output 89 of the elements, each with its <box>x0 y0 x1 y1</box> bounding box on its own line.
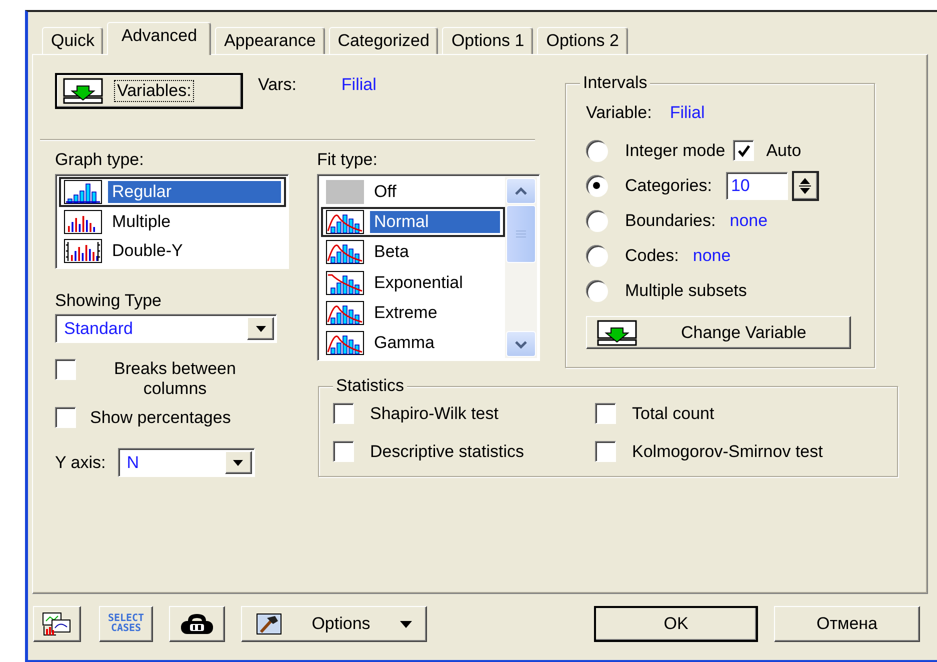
chevron-up-icon <box>514 186 528 196</box>
ok-button[interactable]: OK <box>594 606 758 642</box>
radio-button[interactable] <box>586 245 607 266</box>
bar-chart-icon <box>64 180 102 204</box>
weight-button[interactable] <box>169 606 225 642</box>
scroll-thumb[interactable] <box>506 205 536 263</box>
y-axis-dropdown[interactable]: N <box>118 448 255 477</box>
chevron-down-icon <box>514 339 528 349</box>
option-value: none <box>730 210 768 230</box>
radio-button[interactable] <box>586 175 607 196</box>
list-item[interactable]: Regular <box>59 177 286 207</box>
list-item[interactable]: Normal <box>321 207 505 238</box>
hammer-icon <box>256 613 282 635</box>
checkbox[interactable] <box>55 359 76 380</box>
graph-button[interactable] <box>33 606 81 642</box>
scroll-down-button[interactable] <box>506 331 536 357</box>
checkbox-label: Kolmogorov-Smirnov test <box>632 442 823 462</box>
scroll-up-button[interactable] <box>506 178 536 204</box>
checkbox[interactable] <box>333 403 354 424</box>
charts-icon <box>42 612 72 636</box>
radio-label: Integer mode <box>625 140 726 160</box>
list-item[interactable]: Off <box>321 177 505 208</box>
options-button[interactable]: Options <box>241 606 427 642</box>
list-item[interactable]: Exponential <box>321 268 505 298</box>
histogram-curve-icon <box>326 210 364 234</box>
dropdown-arrow-button[interactable] <box>247 317 274 340</box>
fit-type-label: Fit type: <box>317 150 378 170</box>
dropdown-arrow-button[interactable] <box>224 451 252 474</box>
checkbox[interactable] <box>733 140 754 161</box>
radio-label: Boundaries: <box>625 210 716 230</box>
histogram-curve-icon <box>326 270 364 295</box>
download-icon <box>597 320 637 346</box>
cancel-button[interactable]: Отмена <box>774 606 920 642</box>
tab[interactable]: Quick <box>42 27 104 54</box>
histogram-curve-icon <box>326 300 364 325</box>
graph-type-label: Graph type: <box>55 150 145 170</box>
showing-type-dropdown[interactable]: Standard <box>55 314 277 343</box>
histogram-curve-icon <box>326 240 364 264</box>
checkbox-label: Breaks between columns <box>113 359 237 399</box>
weight-icon <box>180 613 214 635</box>
checkbox[interactable] <box>333 441 354 462</box>
radio-button[interactable] <box>586 210 607 231</box>
checkbox[interactable] <box>595 403 616 424</box>
radio-label: Multiple subsets <box>625 280 747 300</box>
checkbox-label: Show percentages <box>90 408 231 428</box>
blank-icon <box>326 180 364 204</box>
variables-button[interactable]: Variables: <box>55 73 243 109</box>
tab[interactable]: Categorized <box>328 27 438 54</box>
variable-label: Variable: <box>586 103 652 123</box>
select-cases-button[interactable]: SELECT CASES <box>99 606 153 642</box>
vars-label: Vars: <box>258 75 296 95</box>
radio-label: Categories: <box>625 176 712 196</box>
grip-icon <box>515 229 527 239</box>
spin-button[interactable] <box>792 170 819 200</box>
variable-value: Filial <box>670 103 705 123</box>
bar-chart-icon <box>64 239 102 264</box>
checkbox-label: Descriptive statistics <box>370 442 524 462</box>
categories-field[interactable]: 10 <box>726 172 788 200</box>
list-item[interactable]: Multiple <box>59 206 286 236</box>
checkbox-label: Total count <box>632 404 714 424</box>
tab[interactable]: Advanced <box>107 22 212 55</box>
tab[interactable]: Options 2 <box>537 27 628 54</box>
y-axis-label: Y axis: <box>55 452 106 472</box>
showing-type-label: Showing Type <box>55 291 162 311</box>
change-variable-button[interactable]: Change Variable <box>586 316 851 349</box>
list-item[interactable]: Beta <box>321 237 505 268</box>
scrollbar[interactable] <box>505 177 537 358</box>
option-value: none <box>692 246 731 266</box>
radio-button[interactable] <box>586 140 607 161</box>
histogram-curve-icon <box>326 330 364 355</box>
caret-down-icon <box>256 326 266 332</box>
bar-chart-icon <box>64 210 102 234</box>
checkbox[interactable] <box>595 441 616 462</box>
caret-down-icon <box>233 460 244 466</box>
tab[interactable]: Appearance <box>215 27 325 54</box>
up-down-arrows-icon <box>799 176 812 196</box>
checkmark-icon <box>736 144 751 158</box>
radio-button[interactable] <box>586 280 607 301</box>
download-icon <box>63 78 103 104</box>
list-item[interactable]: Double-Y <box>59 236 286 266</box>
vars-value: Filial <box>341 75 376 95</box>
list-item[interactable]: Gamma <box>321 328 505 358</box>
caret-down-icon <box>400 620 412 628</box>
checkbox-label: Auto <box>766 140 802 160</box>
radio-label: Codes: <box>625 246 679 266</box>
list-item[interactable]: Extreme <box>321 298 505 328</box>
checkbox-label: Shapiro-Wilk test <box>370 404 498 424</box>
tab[interactable]: Options 1 <box>442 27 534 54</box>
checkbox[interactable] <box>55 407 76 428</box>
